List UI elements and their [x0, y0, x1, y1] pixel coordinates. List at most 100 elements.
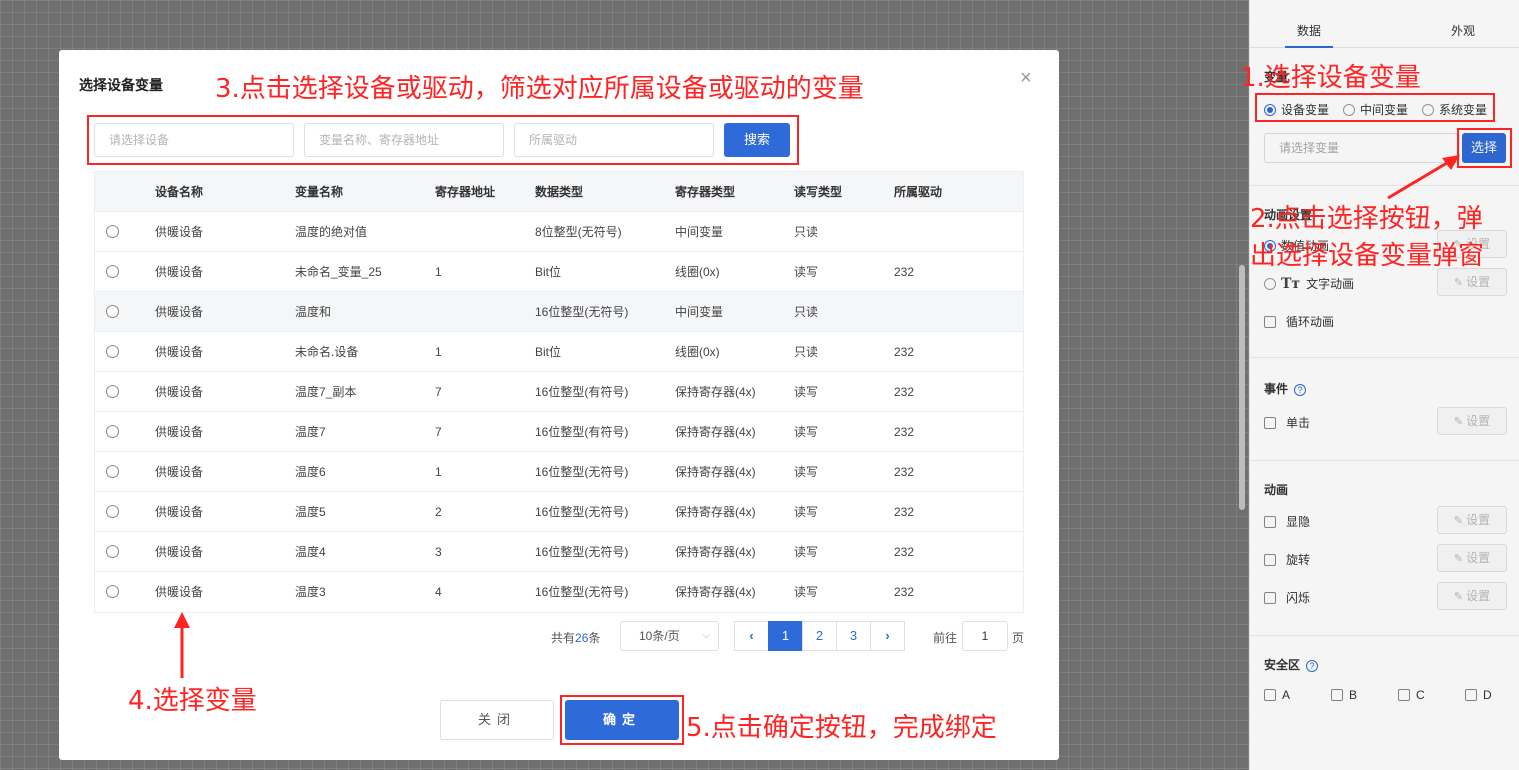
cell-register-type: 中间变量: [675, 305, 724, 319]
cell-address: 7: [435, 425, 442, 439]
scrollbar-thumb[interactable]: [1239, 265, 1245, 510]
cell-data-type: Bit位: [535, 265, 562, 279]
blink-set-button[interactable]: ✎ 设置: [1437, 582, 1507, 610]
page-1-button[interactable]: 1: [768, 621, 803, 651]
row-radio[interactable]: [106, 345, 119, 358]
cell-device: 供暖设备: [155, 465, 204, 479]
pencil-icon: ✎: [1453, 553, 1464, 565]
animation-visibility[interactable]: 显隐: [1264, 513, 1310, 530]
tab-appearance[interactable]: 外观: [1451, 22, 1475, 39]
table-row[interactable]: 供暖设备 温度5 2 16位整型(无符号) 保持寄存器(4x) 读写 232: [95, 492, 1023, 532]
event-click[interactable]: 单击: [1264, 414, 1310, 431]
table-row[interactable]: 供暖设备 未命名.设备 1 Bit位 线圈(0x) 只读 232: [95, 332, 1023, 372]
row-radio[interactable]: [106, 225, 119, 238]
row-radio[interactable]: [106, 425, 119, 438]
table-row[interactable]: 供暖设备 温度7 7 16位整型(有符号) 保持寄存器(4x) 读写 232: [95, 412, 1023, 452]
table-row[interactable]: 供暖设备 温度的绝对值 8位整型(无符号) 中间变量 只读: [95, 212, 1023, 252]
checkbox-icon: [1465, 689, 1477, 701]
arrow-icon: [1387, 155, 1460, 200]
safe-zone-b[interactable]: B: [1331, 688, 1357, 702]
cell-data-type: 16位整型(有符号): [535, 385, 629, 399]
table-row[interactable]: 供暖设备 温度4 3 16位整型(无符号) 保持寄存器(4x) 读写 232: [95, 532, 1023, 572]
cell-device: 供暖设备: [155, 425, 204, 439]
option-text-animation[interactable]: Tт 文字动画: [1264, 275, 1354, 292]
page-3-button[interactable]: 3: [836, 621, 871, 651]
event-click-set-button[interactable]: ✎ 设置: [1437, 407, 1507, 435]
cell-address: 1: [435, 465, 442, 479]
cell-rw-type: 只读: [794, 225, 819, 239]
cell-device: 供暖设备: [155, 545, 204, 559]
cell-driver: 232: [894, 585, 915, 599]
annotation-step4: 4.选择变量: [128, 686, 257, 716]
row-radio[interactable]: [106, 265, 119, 278]
row-radio[interactable]: [106, 545, 119, 558]
cell-data-type: 16位整型(无符号): [535, 585, 629, 599]
cell-data-type: Bit位: [535, 345, 562, 359]
checkbox-icon: [1398, 689, 1410, 701]
cell-name: 温度7_副本: [295, 385, 357, 399]
cell-driver: 232: [894, 465, 915, 479]
annotation-box-search: [87, 115, 799, 165]
row-radio[interactable]: [106, 385, 119, 398]
checkbox-icon: [1264, 553, 1276, 566]
row-radio[interactable]: [106, 305, 119, 318]
table-row[interactable]: 供暖设备 温度6 1 16位整型(无符号) 保持寄存器(4x) 读写 232: [95, 452, 1023, 492]
table-row[interactable]: 供暖设备 温度3 4 16位整型(无符号) 保持寄存器(4x) 读写 232: [95, 572, 1023, 612]
cell-rw-type: 读写: [794, 545, 819, 559]
cell-address: 2: [435, 505, 442, 519]
cell-data-type: 16位整型(有符号): [535, 425, 629, 439]
page-size-select[interactable]: 10条/页 ⌵: [620, 621, 719, 651]
close-icon[interactable]: ×: [1020, 68, 1032, 88]
text-animation-set-button[interactable]: ✎ 设置: [1437, 268, 1507, 296]
help-icon[interactable]: ?: [1306, 660, 1319, 672]
goto-label: 前往: [933, 631, 958, 645]
animation-blink[interactable]: 闪烁: [1264, 589, 1310, 606]
divider: [1250, 635, 1519, 636]
table-body: 供暖设备 温度的绝对值 8位整型(无符号) 中间变量 只读 供暖设备 未命名_变量_25 1 B…: [95, 212, 1023, 612]
page-buttons: ‹ 1 2 3 ›: [734, 621, 905, 651]
cell-device: 供暖设备: [155, 225, 204, 239]
visibility-set-button[interactable]: ✎ 设置: [1437, 506, 1507, 534]
cell-rw-type: 只读: [794, 345, 819, 359]
tab-data[interactable]: 数据: [1297, 22, 1321, 39]
table-header: 设备名称 变量名称 寄存器地址 数据类型 寄存器类型 读写类型 所属驱动: [95, 172, 1023, 212]
rotate-set-button[interactable]: ✎ 设置: [1437, 544, 1507, 572]
page-2-button[interactable]: 2: [802, 621, 837, 651]
cell-device: 供暖设备: [155, 305, 204, 319]
option-loop-animation[interactable]: 循环动画: [1264, 313, 1334, 330]
cell-rw-type: 读写: [794, 265, 819, 279]
cell-driver: 232: [894, 425, 915, 439]
radio-icon: [1264, 277, 1276, 290]
annotation-box-variable-type: [1255, 93, 1495, 122]
cell-register-type: 中间变量: [675, 225, 724, 239]
cell-device: 供暖设备: [155, 585, 204, 599]
table-row[interactable]: 供暖设备 温度7_副本 7 16位整型(有符号) 保持寄存器(4x) 读写 232: [95, 372, 1023, 412]
safe-zone-c[interactable]: C: [1398, 688, 1425, 702]
row-radio[interactable]: [106, 465, 119, 478]
row-radio[interactable]: [106, 585, 119, 598]
safe-zone-d[interactable]: D: [1465, 688, 1492, 702]
cell-register-type: 线圈(0x): [675, 345, 720, 359]
pencil-icon: ✎: [1453, 277, 1464, 289]
help-icon[interactable]: ?: [1294, 384, 1307, 396]
cell-rw-type: 读写: [794, 505, 819, 519]
cell-register-type: 保持寄存器(4x): [675, 425, 756, 439]
safe-zone-label: 安全区?: [1264, 656, 1319, 673]
prev-page-button[interactable]: ‹: [734, 621, 769, 651]
safe-zone-a[interactable]: A: [1264, 688, 1290, 702]
cell-driver: 232: [894, 265, 915, 279]
close-button[interactable]: 关闭: [440, 700, 554, 740]
table-row[interactable]: 供暖设备 未命名_变量_25 1 Bit位 线圈(0x) 读写 232: [95, 252, 1023, 292]
total-count: 共有26条: [551, 631, 601, 645]
table-row[interactable]: 供暖设备 温度和 16位整型(无符号) 中间变量 只读: [95, 292, 1023, 332]
cell-register-type: 线圈(0x): [675, 265, 720, 279]
column-name: 变量名称: [295, 185, 344, 199]
cell-device: 供暖设备: [155, 345, 204, 359]
animation-rotate[interactable]: 旋转: [1264, 551, 1310, 568]
row-radio[interactable]: [106, 505, 119, 518]
dialog-title: 选择设备变量: [79, 77, 163, 93]
next-page-button[interactable]: ›: [870, 621, 905, 651]
goto-page-input[interactable]: 1: [962, 621, 1008, 651]
chevron-down-icon: ⌵: [702, 630, 710, 641]
cell-name: 温度5: [295, 505, 326, 519]
